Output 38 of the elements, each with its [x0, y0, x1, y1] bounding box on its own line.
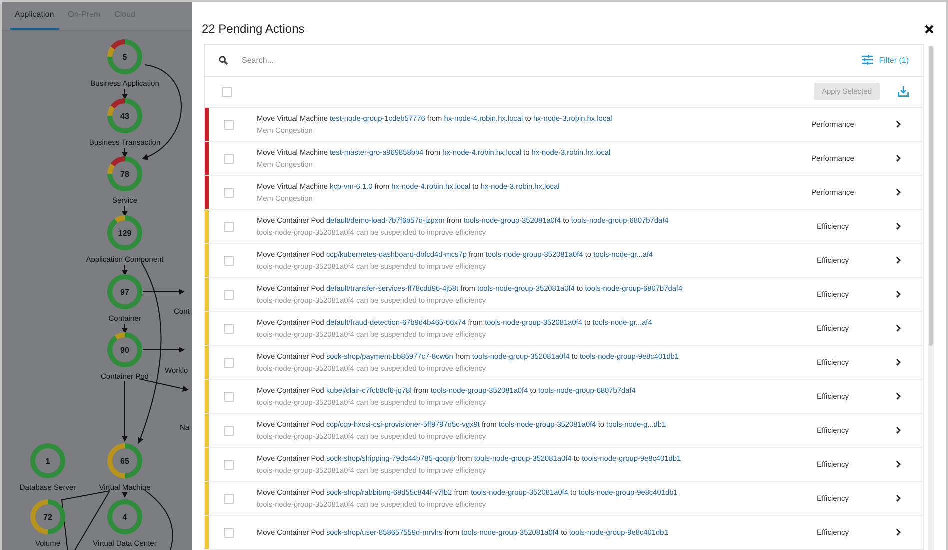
connector-arrow	[122, 264, 128, 276]
connector-arrow	[122, 492, 128, 498]
row-checkbox[interactable]	[224, 460, 234, 470]
health-ring-icon: 1	[29, 442, 67, 480]
row-checkbox[interactable]	[224, 392, 234, 402]
select-all-checkbox[interactable]	[222, 86, 232, 97]
panel-title: 22 Pending Actions	[202, 22, 305, 36]
sliders-icon	[862, 55, 874, 66]
row-checkbox[interactable]	[224, 528, 234, 538]
row-checkbox[interactable]	[224, 188, 234, 198]
row-checkbox[interactable]	[224, 256, 234, 266]
health-ring-icon: 4	[106, 498, 144, 536]
health-ring-icon: 78	[106, 155, 144, 193]
connector-arrow	[122, 88, 128, 100]
row-checkbox[interactable]	[224, 290, 234, 300]
view-tab[interactable]: Application	[10, 2, 60, 30]
health-ring-icon: 5	[106, 38, 144, 76]
row-checkbox[interactable]	[224, 426, 234, 436]
row-checkbox[interactable]	[224, 358, 234, 368]
health-ring-icon: 97	[106, 273, 144, 311]
connector-arrow	[122, 380, 128, 442]
connector-arrow	[122, 206, 128, 217]
row-checkbox[interactable]	[224, 324, 234, 334]
download-icon[interactable]	[898, 86, 909, 98]
close-icon[interactable]	[925, 24, 934, 34]
row-checkbox[interactable]	[224, 494, 234, 504]
health-ring-icon: 129	[106, 214, 144, 252]
health-ring-icon: 43	[106, 97, 144, 135]
connector-arrow	[122, 324, 128, 334]
row-checkbox[interactable]	[224, 120, 234, 130]
health-ring-icon: 65	[106, 442, 144, 480]
row-checkbox[interactable]	[224, 222, 234, 232]
health-ring-icon: 72	[29, 498, 67, 536]
scrollbar[interactable]	[928, 46, 934, 550]
health-ring-icon: 90	[106, 331, 144, 369]
row-checkbox[interactable]	[224, 154, 234, 164]
connector-arrow	[122, 148, 128, 158]
search-icon	[219, 56, 228, 65]
